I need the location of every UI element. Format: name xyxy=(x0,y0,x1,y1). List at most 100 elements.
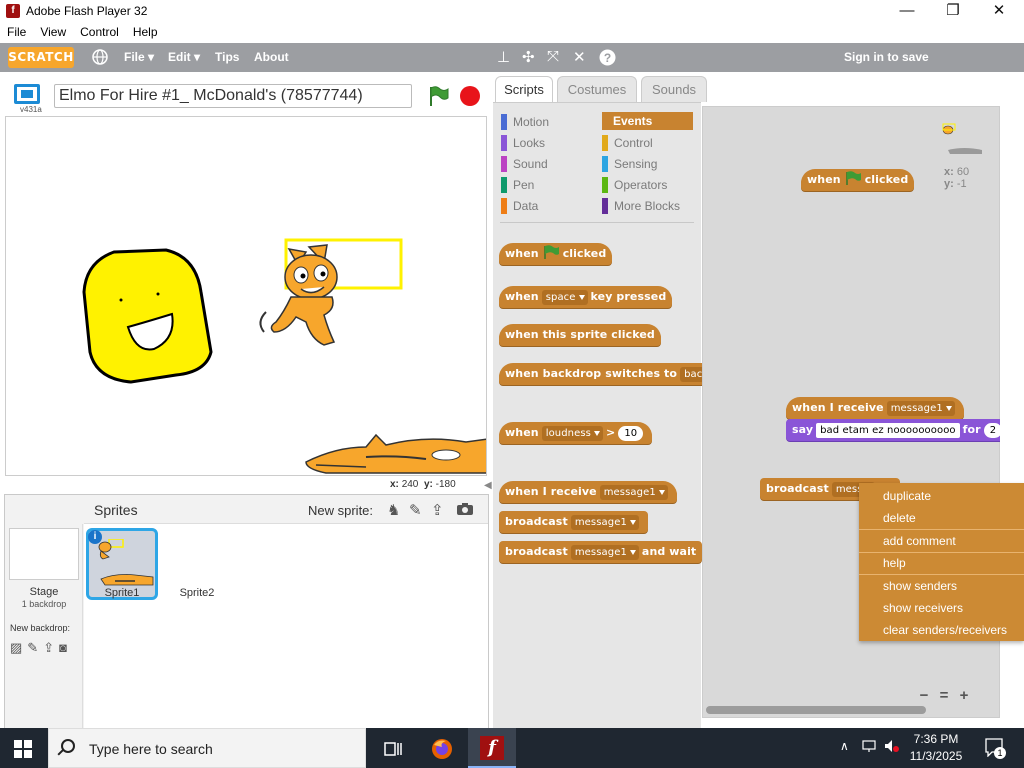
flash-icon: f xyxy=(480,736,504,760)
block-broadcast[interactable]: broadcast message1 xyxy=(499,511,648,533)
scripts-horizontal-scrollbar[interactable] xyxy=(706,706,926,714)
stage-canvas[interactable] xyxy=(5,116,487,476)
globe-icon[interactable] xyxy=(92,49,108,68)
block-when-loudness[interactable]: when loudness >10 xyxy=(499,414,653,444)
cut-icon[interactable]: ✣ xyxy=(522,48,535,66)
shrink-icon[interactable]: ✕ xyxy=(573,48,586,66)
block-when-i-receive[interactable]: when I receive message1 xyxy=(499,473,677,503)
menu-file[interactable]: File xyxy=(0,22,33,42)
menu-control[interactable]: Control xyxy=(73,22,126,42)
choose-sprite-icon[interactable]: ♞ xyxy=(387,501,400,519)
flash-taskbar-button[interactable]: f xyxy=(468,728,516,768)
sprite1-label: Sprite1 xyxy=(104,587,140,599)
menu-delete[interactable]: delete xyxy=(883,511,916,525)
close-button[interactable]: ✕ xyxy=(976,0,1022,22)
block-palette xyxy=(493,102,701,728)
script-say-for-secs[interactable]: say bad etam ez noooooooooo for 2 xyxy=(786,419,1000,441)
zoom-reset-button[interactable]: = xyxy=(934,687,954,704)
menu-clear-senders-receivers[interactable]: clear senders/receivers xyxy=(883,623,1007,637)
windows-start-icon[interactable] xyxy=(14,740,32,758)
about-menu[interactable]: About xyxy=(254,50,289,64)
backdrop-tools: ▨✎⇪◙ xyxy=(10,640,72,656)
stop-icon[interactable] xyxy=(460,86,480,106)
choose-backdrop-icon[interactable]: ▨ xyxy=(10,640,27,655)
sprite-y-readout: y: -1 xyxy=(944,178,967,190)
paint-backdrop-icon[interactable]: ✎ xyxy=(27,640,43,655)
svg-text:?: ? xyxy=(604,51,611,65)
taskbar-search-box[interactable]: Type here to search xyxy=(48,728,366,768)
script-when-i-receive[interactable]: when I receive message1 xyxy=(786,389,964,419)
zoom-in-button[interactable]: + xyxy=(954,687,974,704)
scratch-logo[interactable]: SCRATCH xyxy=(8,47,74,68)
block-when-sprite-clicked[interactable]: when this sprite clicked xyxy=(499,316,661,346)
script-when-flag-clicked[interactable]: when clicked xyxy=(801,161,915,191)
menu-separator xyxy=(859,574,1024,575)
volume-muted-icon[interactable] xyxy=(884,739,900,756)
minimize-button[interactable]: — xyxy=(884,0,930,22)
tab-sounds[interactable]: Sounds xyxy=(641,76,707,102)
camera-sprite-icon[interactable] xyxy=(456,502,474,519)
task-view-icon[interactable] xyxy=(381,737,405,761)
zoom-out-button[interactable]: − xyxy=(914,687,934,704)
menu-separator xyxy=(859,529,1024,530)
tips-menu[interactable]: Tips xyxy=(215,50,239,64)
menu-view[interactable]: View xyxy=(33,22,73,42)
category-operators[interactable]: Operators xyxy=(602,177,667,193)
upload-sprite-icon[interactable]: ⇪ xyxy=(431,501,444,519)
sprites-title: Sprites xyxy=(94,502,138,518)
tab-scripts[interactable]: Scripts xyxy=(495,76,553,102)
menu-help[interactable]: Help xyxy=(126,22,165,42)
fullscreen-icon[interactable] xyxy=(14,84,40,104)
category-sensing[interactable]: Sensing xyxy=(602,156,657,172)
block-when-flag-clicked[interactable]: when clicked xyxy=(499,235,613,265)
yellow-blob-sprite xyxy=(82,248,213,384)
file-menu[interactable]: File ▾ xyxy=(124,50,154,64)
stamp-icon[interactable]: ⊥ xyxy=(497,48,510,66)
menu-show-receivers[interactable]: show receivers xyxy=(883,601,963,615)
block-when-backdrop-switches[interactable]: when backdrop switches tobackd xyxy=(499,363,703,385)
sign-in-link[interactable]: Sign in to save xyxy=(844,50,929,64)
collapse-arrow-icon[interactable]: ◀ xyxy=(484,480,492,491)
firefox-icon[interactable] xyxy=(430,737,454,761)
category-more-blocks[interactable]: More Blocks xyxy=(602,198,680,214)
category-motion[interactable]: Motion xyxy=(501,114,549,130)
sprite1-image xyxy=(98,539,154,586)
camera-backdrop-icon[interactable]: ◙ xyxy=(59,640,72,655)
tab-costumes[interactable]: Costumes xyxy=(557,76,637,102)
maximize-button[interactable]: ❐ xyxy=(930,0,976,22)
category-looks[interactable]: Looks xyxy=(501,135,545,151)
category-control[interactable]: Control xyxy=(602,135,653,151)
version-label: v431a xyxy=(20,105,42,114)
scratch-topbar: SCRATCH File ▾ Edit ▾ Tips About ⊥ ✣ ⤧ ✕… xyxy=(0,43,1024,72)
category-events[interactable]: Events xyxy=(602,112,693,130)
stage-thumbnail[interactable] xyxy=(9,528,79,580)
sprite2-label[interactable]: Sprite2 xyxy=(164,587,230,599)
green-flag-icon[interactable] xyxy=(427,85,449,107)
menu-add-comment[interactable]: add comment xyxy=(883,534,956,548)
upload-backdrop-icon[interactable]: ⇪ xyxy=(43,640,59,655)
palette-divider xyxy=(500,222,694,223)
menu-show-senders[interactable]: show senders xyxy=(883,579,957,593)
green-flag-icon xyxy=(845,171,861,185)
network-icon[interactable] xyxy=(862,739,878,756)
paint-sprite-icon[interactable]: ✎ xyxy=(409,501,422,519)
tray-chevron-icon[interactable]: ∧ xyxy=(840,739,849,753)
sprite-list: i Sprite1 Sprite2 xyxy=(84,524,488,729)
new-sprite-label: New sprite: xyxy=(308,503,374,518)
squashed-cat-sprite xyxy=(305,433,486,474)
block-when-key-pressed[interactable]: when space key pressed xyxy=(499,278,673,308)
category-pen[interactable]: Pen xyxy=(501,177,534,193)
clock-time[interactable]: 7:36 PM xyxy=(908,732,964,746)
menu-help[interactable]: help xyxy=(883,556,906,570)
edit-menu[interactable]: Edit ▾ xyxy=(168,50,200,64)
grow-icon[interactable]: ⤧ xyxy=(547,48,559,65)
clock-date[interactable]: 11/3/2025 xyxy=(908,749,964,763)
menu-duplicate[interactable]: duplicate xyxy=(883,489,931,503)
help-icon[interactable]: ? xyxy=(599,49,616,69)
category-data[interactable]: Data xyxy=(501,198,538,214)
category-sound[interactable]: Sound xyxy=(501,156,548,172)
stage-drawing xyxy=(82,238,486,474)
project-title-input[interactable]: Elmo For Hire #1_ McDonald's (78577744) xyxy=(54,84,412,108)
search-placeholder: Type here to search xyxy=(89,741,213,757)
block-broadcast-and-wait[interactable]: broadcast message1 and wait xyxy=(499,541,703,563)
